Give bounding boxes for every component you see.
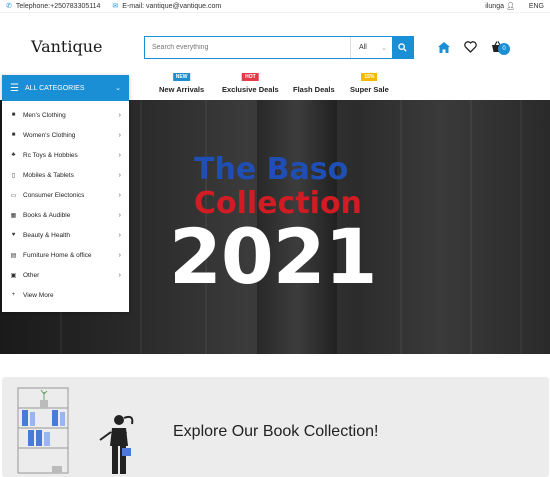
categories-title: ALL CATEGORIES xyxy=(24,84,85,92)
user-icon: 👤︎ xyxy=(505,3,515,10)
hero-year: 2021 xyxy=(169,212,378,301)
envelope-icon: ✉ xyxy=(112,3,119,10)
language-selector[interactable]: ENG xyxy=(529,3,544,10)
banner-title: Explore Our Book Collection! xyxy=(173,423,379,440)
shirt-icon: ■ xyxy=(11,132,16,138)
chevron-right-icon: › xyxy=(118,211,121,219)
sale-badge: 15% xyxy=(361,73,378,81)
header: Vantique All ⌄ 0 xyxy=(0,12,550,72)
phone-info: ✆ Telephone:+250783305114 xyxy=(6,2,101,11)
category-label: Mobiles & Tablets xyxy=(23,171,74,179)
category-item-rc-toys[interactable]: ♣ Rc Toys & Hobbies › xyxy=(2,145,129,165)
hot-badge: HOT xyxy=(242,73,259,81)
search-icon xyxy=(398,43,407,52)
email-info: ✉ E-mail: vantique@vantique.com xyxy=(112,2,222,11)
nav-super-sale[interactable]: 15% Super Sale xyxy=(350,73,389,94)
user-account-link[interactable]: ilunga 👤︎ xyxy=(485,2,515,10)
category-label: Consumer Electonics xyxy=(23,191,85,199)
menu-icon: ☰ xyxy=(10,82,19,94)
search-category-value: All xyxy=(359,44,367,51)
nav-exclusive-deals[interactable]: HOT Exclusive Deals xyxy=(222,73,279,94)
site-logo[interactable]: Vantique xyxy=(31,37,103,56)
nav-label: Super Sale xyxy=(350,85,389,94)
all-categories-toggle[interactable]: ☰ ALL CATEGORIES ⌄ xyxy=(2,75,129,101)
bookshelf-illustration xyxy=(17,387,134,474)
category-label: Other xyxy=(23,271,40,279)
category-item-mobiles[interactable]: ▯ Mobiles & Tablets › xyxy=(2,165,129,185)
category-label: Women's Clothing xyxy=(23,131,76,139)
chevron-right-icon: › xyxy=(118,271,121,279)
book-icon: ▦ xyxy=(10,212,17,219)
chevron-right-icon: › xyxy=(118,171,121,179)
category-item-furniture[interactable]: ▤ Furniture Home & office › xyxy=(2,245,129,265)
heart-icon: ♥ xyxy=(11,232,16,238)
plus-icon: + xyxy=(11,292,16,298)
category-item-beauty[interactable]: ♥ Beauty & Health › xyxy=(2,225,129,245)
mobile-icon: ▯ xyxy=(11,172,16,179)
nav-new-arrivals[interactable]: NEW New Arrivals xyxy=(159,73,205,94)
new-badge: NEW xyxy=(172,73,191,81)
search-bar: All ⌄ xyxy=(144,36,414,59)
category-label: Rc Toys & Hobbies xyxy=(23,151,78,159)
book-collection-banner[interactable]: Explore Our Book Collection! xyxy=(2,377,549,477)
search-input[interactable] xyxy=(145,37,350,58)
nav-label: Flash Deals xyxy=(293,85,335,94)
category-item-womens-clothing[interactable]: ■ Women's Clothing › xyxy=(2,125,129,145)
bed-icon: ▤ xyxy=(10,252,17,259)
cart-count-badge: 0 xyxy=(498,43,510,55)
phone-icon: ✆ xyxy=(6,3,12,10)
chevron-right-icon: › xyxy=(118,251,121,259)
top-bar: ✆ Telephone:+250783305114 ✉ E-mail: vant… xyxy=(0,0,550,12)
chevron-down-icon: ⌄ xyxy=(381,44,387,52)
chevron-right-icon: › xyxy=(118,111,121,119)
category-item-mens-clothing[interactable]: ■ Men's Clothing › xyxy=(2,105,129,125)
category-item-books[interactable]: ▦ Books & Audible › xyxy=(2,205,129,225)
email-text: E-mail: vantique@vantique.com xyxy=(122,2,222,10)
heart-icon[interactable] xyxy=(464,41,477,53)
categories-menu: ☰ ALL CATEGORIES ⌄ ■ Men's Clothing › ■ Wom… xyxy=(2,75,129,312)
chevron-right-icon: › xyxy=(118,191,121,199)
category-label: Beauty & Health xyxy=(23,231,70,239)
paw-icon: ♣ xyxy=(11,152,16,158)
chevron-right-icon: › xyxy=(118,231,121,239)
search-category-select[interactable]: All ⌄ xyxy=(350,37,392,58)
laptop-icon: ▭ xyxy=(10,192,17,199)
category-label: Men's Clothing xyxy=(23,111,66,119)
search-button[interactable] xyxy=(392,37,413,58)
chevron-down-icon: ⌄ xyxy=(115,85,121,92)
nav-flash-deals[interactable]: Flash Deals xyxy=(293,85,335,94)
category-label: Furniture Home & office xyxy=(23,251,92,259)
category-item-electronics[interactable]: ▭ Consumer Electonics › xyxy=(2,185,129,205)
user-name: ilunga xyxy=(485,3,504,10)
view-more-label: View More xyxy=(23,291,54,299)
nav-label: New Arrivals xyxy=(159,85,205,94)
shirt-icon: ■ xyxy=(11,112,16,118)
nav-label: Exclusive Deals xyxy=(222,85,279,94)
chevron-right-icon: › xyxy=(118,151,121,159)
category-label: Books & Audible xyxy=(23,211,71,219)
category-item-other[interactable]: ▣ Other › xyxy=(2,265,129,285)
home-icon[interactable] xyxy=(438,41,450,53)
hero-title-line1: The Baso xyxy=(194,152,349,187)
chevron-right-icon: › xyxy=(118,131,121,139)
box-icon: ▣ xyxy=(10,272,17,279)
category-view-more[interactable]: + View More xyxy=(2,285,129,305)
phone-text: Telephone:+250783305114 xyxy=(15,2,101,10)
